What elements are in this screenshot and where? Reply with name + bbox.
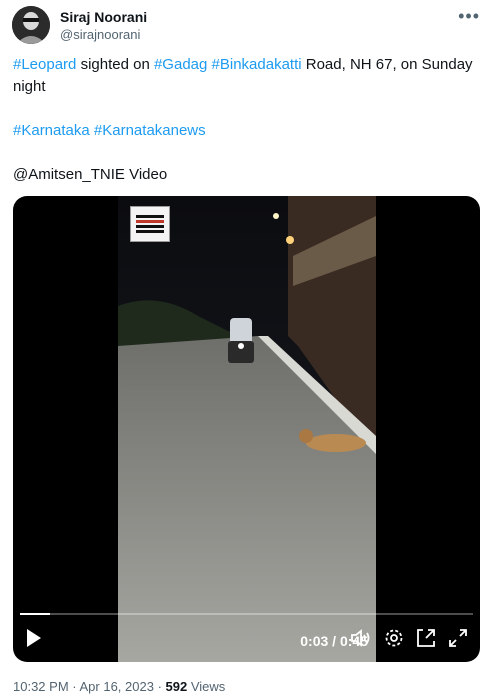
author-handle[interactable]: @sirajnoorani — [60, 26, 147, 43]
hashtag-binkadakatti[interactable]: #Binkadakatti — [212, 56, 302, 73]
hashtag-leopard[interactable]: #Leopard — [13, 56, 76, 73]
author-display-name[interactable]: Siraj Noorani — [60, 8, 147, 26]
news-channel-logo — [130, 206, 170, 242]
separator-dot: · — [68, 679, 80, 694]
video-player[interactable]: 0:03 / 0:45 — [13, 196, 480, 662]
tweet-line-2: #Karnataka #Karnatakanews — [13, 120, 475, 142]
fullscreen-icon[interactable] — [448, 628, 468, 653]
tweet-header: Siraj Noorani @sirajnoorani ••• — [12, 6, 482, 46]
volume-icon[interactable] — [350, 628, 372, 653]
video-progress-fill — [20, 613, 51, 615]
hashtag-karnataka[interactable]: #Karnataka — [13, 122, 90, 139]
tweet-line-1: #Leopard sighted on #Gadag #Binkadakatti… — [13, 54, 475, 98]
views-label: Views — [187, 679, 226, 694]
picture-in-picture-icon[interactable] — [416, 628, 436, 653]
tweet-line-3: @Amitsen_TNIE Video — [13, 166, 168, 183]
more-options-icon[interactable]: ••• — [458, 6, 480, 27]
settings-icon[interactable] — [384, 628, 404, 653]
video-time-separator: / — [328, 633, 340, 649]
tweet-text: #Leopard sighted on #Gadag #Binkadakatti… — [13, 54, 475, 186]
hashtag-gadag[interactable]: #Gadag — [154, 56, 207, 73]
tweet-date[interactable]: Apr 16, 2023 — [80, 679, 154, 694]
separator-dot: · — [153, 679, 166, 694]
author-block: Siraj Noorani @sirajnoorani — [60, 8, 147, 43]
avatar[interactable] — [12, 6, 50, 44]
tweet-metadata: 10:32 PM · Apr 16, 2023 · 592 Views — [13, 679, 225, 694]
views-count: 592 — [165, 679, 188, 694]
play-icon[interactable] — [25, 628, 43, 653]
video-frame[interactable] — [118, 196, 376, 662]
video-controls: 0:03 / 0:45 — [13, 624, 480, 658]
tweet-text-segment: sighted on — [76, 56, 154, 73]
video-time-current: 0:03 — [300, 633, 329, 649]
tweet-time[interactable]: 10:32 PM — [13, 679, 69, 694]
hashtag-karnatakanews[interactable]: #Karnatakanews — [94, 122, 206, 139]
video-progress-bar[interactable] — [20, 613, 473, 615]
